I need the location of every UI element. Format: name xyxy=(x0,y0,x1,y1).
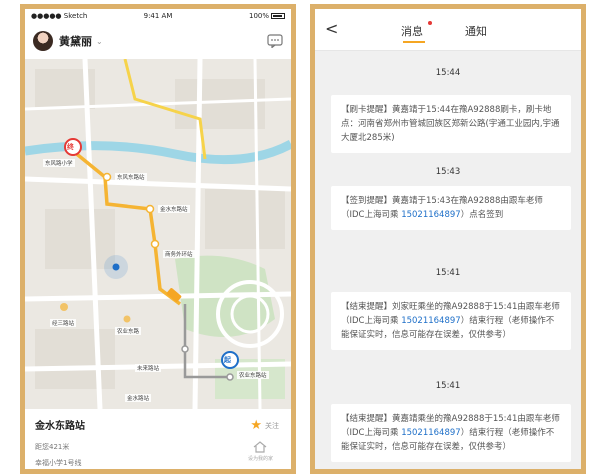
map-label-stop-4: 经三路站 xyxy=(50,319,77,327)
phone-link[interactable]: 15021164897 xyxy=(401,316,461,326)
message-time: 15:41 xyxy=(435,381,461,391)
follow-button[interactable]: ★ 关注 xyxy=(250,418,279,433)
back-icon[interactable]: < xyxy=(325,19,338,38)
home-icon xyxy=(254,441,267,453)
map-label-road-1: 农业东路 xyxy=(115,327,142,335)
message-card[interactable]: 【刷卡提醒】黄嘉靖于15:44在豫A92888刷卡，刷卡地点：河南省郑州市管城回… xyxy=(331,95,571,153)
message-text: 【刷卡提醒】黄嘉靖于15:44在豫A92888刷卡，刷卡地点：河南省郑州市管城回… xyxy=(341,105,560,143)
phone-link[interactable]: 15021164897 xyxy=(401,428,461,438)
map-label-stop-2: 金水东路站 xyxy=(158,205,190,213)
username[interactable]: 黄黛丽 xyxy=(59,33,92,49)
messages-screen: < 消息 通知 15:44 【刷卡提醒】黄嘉靖于15:44在豫A92888刷卡，… xyxy=(310,4,586,474)
battery-icon xyxy=(271,13,285,19)
map-label-stop-3: 商务外环站 xyxy=(163,250,195,258)
message-card[interactable]: 【签到提醒】黄嘉靖于15:43在豫A92888由跟车老师（IDC上海司乘 150… xyxy=(331,186,571,230)
map-canvas xyxy=(25,59,291,409)
map-label-stop-1: 东风东路站 xyxy=(115,173,147,181)
station-name: 金水东路站 xyxy=(35,421,85,432)
avatar[interactable] xyxy=(33,31,53,51)
tab-notices[interactable]: 通知 xyxy=(465,23,487,39)
message-time: 15:41 xyxy=(435,268,461,278)
status-time: 9:41 AM xyxy=(143,12,173,20)
map-label-stop-5: 未来路站 xyxy=(135,364,162,372)
map-label-school: 东风路小学 xyxy=(43,159,75,167)
top-bar: 黄黛丽 ⌄ xyxy=(25,23,291,59)
station-distance: 距您421米 xyxy=(35,443,70,451)
chevron-down-icon[interactable]: ⌄ xyxy=(96,37,103,46)
map-screen: ●●●●● Sketch 9:41 AM 100% 黄黛丽 ⌄ 终 起 东风路小… xyxy=(20,4,296,474)
star-icon: ★ xyxy=(250,418,262,433)
follow-label: 关注 xyxy=(265,421,279,430)
message-time: 15:43 xyxy=(435,167,461,177)
message-card[interactable]: 【结束提醒】黄嘉靖乘坐的豫A92888于15:41由跟车老师（IDC上海司乘 1… xyxy=(331,404,571,462)
status-bar: ●●●●● Sketch 9:41 AM 100% xyxy=(25,9,291,23)
active-tab-indicator xyxy=(403,41,425,43)
pin-start-label: 起 xyxy=(224,356,231,364)
message-icon[interactable] xyxy=(267,34,283,48)
station-panel: 金水东路站 距您421米 幸福小学1号线 ★ 关注 设为我的家 xyxy=(25,409,291,469)
set-home-button[interactable]: 设为我的家 xyxy=(248,441,273,462)
pin-end-label: 终 xyxy=(67,143,74,151)
set-home-label: 设为我的家 xyxy=(247,456,273,462)
phone-link[interactable]: 15021164897 xyxy=(401,210,461,220)
tab-messages[interactable]: 消息 xyxy=(401,23,423,39)
map-label-road-2: 金水路站 xyxy=(125,394,152,402)
message-card[interactable]: 【结束提醒】刘家旺乘坐的豫A92888于15:41由跟车老师（IDC上海司乘 1… xyxy=(331,292,571,350)
route-map[interactable]: 终 起 东风路小学 东风东路站 金水东路站 商务外环站 经三路站 农业东路 未来… xyxy=(25,59,291,409)
unread-dot xyxy=(428,21,432,25)
messages-header: < 消息 通知 xyxy=(315,9,581,51)
message-time: 15:44 xyxy=(435,68,461,78)
message-text-tail: ）点名签到 xyxy=(460,210,504,220)
route-name: 幸福小学1号线 xyxy=(35,459,82,467)
map-label-stop-6: 农业东路站 xyxy=(237,371,269,379)
